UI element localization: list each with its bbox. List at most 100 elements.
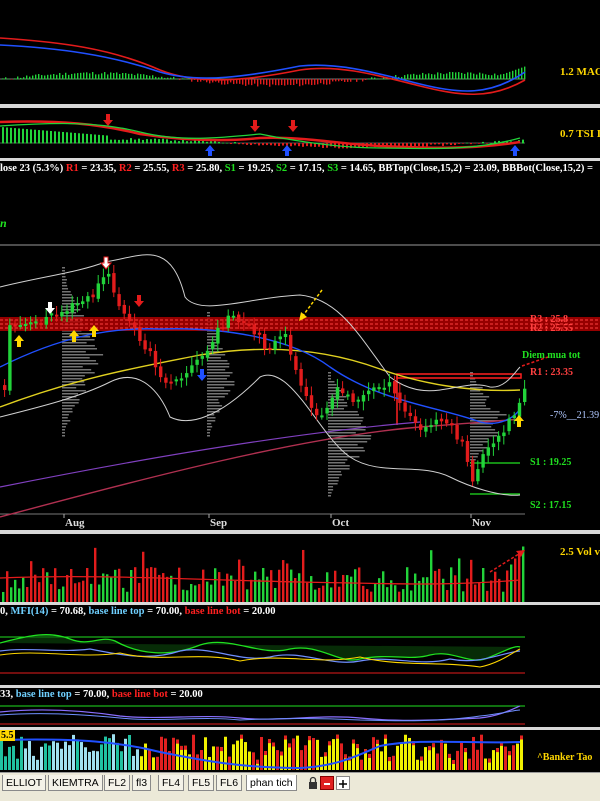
macd-bar [497,75,499,80]
profile-bar [470,417,498,419]
volume-pane[interactable]: 2.5 Vol v [0,534,600,604]
banker-bar [100,744,103,770]
s2-label: S2 : 17.15 [530,500,571,511]
banker-bar [504,746,507,770]
tab-fl4[interactable]: FL4 [158,775,185,791]
tab-kiemtra[interactable]: KIEMTRA [48,775,103,791]
volume-bar [206,581,209,602]
candle-body [341,388,345,394]
tsi-bar [250,143,252,146]
tsi-bar [134,139,136,144]
tab-fl2[interactable]: FL2 [104,775,131,791]
macd-bar [281,79,283,86]
tab-fl5[interactable]: FL5 [188,775,215,791]
macd-bar [32,75,34,80]
profile-bar [328,495,331,497]
volume-bar [414,573,417,602]
candle-body [190,365,194,373]
volume-bar [478,582,481,602]
banker-bar [260,736,263,770]
macd-bar [425,74,427,80]
candle-body [460,439,464,442]
info-seg: = 19.25, [235,163,276,174]
banker-bar [392,755,395,770]
mfi-pane[interactable]: 0, MFI(14) = 70.68, base line top = 70.0… [0,605,600,685]
volume-bar [354,569,357,602]
macd-bar [320,79,322,84]
volume-bar [470,559,473,602]
volume-bar [358,567,361,602]
banker-bar [132,755,135,770]
price-pane[interactable]: n R3: 25.8 R2: 25.55 R1: 23.35 Diem m… [0,177,600,530]
macd-bar [80,72,82,80]
banker-cap [488,758,491,763]
tab-fl6[interactable]: FL6 [216,775,243,791]
bb-bottom-line [0,374,521,496]
macd-bar [104,72,106,80]
macd-bar [452,72,454,80]
tsi-label: 0.7 TSI I [560,128,600,140]
macd-bar [20,77,22,80]
tsi-bar [298,143,300,147]
tsi-bar [50,131,52,144]
rsi-pane[interactable]: 33, base line top = 70.00, base line bot… [0,688,600,728]
macd-bar [434,74,436,80]
volume-bar [146,568,149,602]
tsi-bar [442,143,444,146]
profile-bar [470,450,483,452]
profile-bar [207,387,225,389]
tsi-pane[interactable]: 0.7 TSI I [0,108,600,160]
macd-bar [83,72,85,80]
volume-bar [266,576,269,602]
tab-phan-tich[interactable]: phan tich [246,775,297,791]
profile-bar [62,378,83,380]
tsi-bar [46,130,48,144]
candle-body [361,395,366,402]
banker-pane[interactable]: 5.5 ^Banker Tao [0,730,600,772]
volume-bar [246,589,249,602]
macd-bar [89,73,91,80]
macd-bar [56,74,58,80]
tab-elliot[interactable]: ELLIOT [2,775,47,791]
macd-bar [329,79,331,85]
banker-bar [4,756,7,770]
mfi-chart [0,634,525,674]
tsi-bar [430,143,432,145]
candle-body [419,424,423,430]
profile-bar [470,441,488,443]
lock-icon[interactable] [308,776,318,790]
profile-bar [62,279,67,281]
candle-body [445,419,449,424]
candle-body [138,327,142,341]
info-seg: = 25.80, [184,163,225,174]
banker-bar [192,734,195,770]
volume-bar [466,578,469,602]
tsi-bar [426,143,428,147]
macd-bar [71,73,73,80]
candle-body [200,355,204,359]
banker-bar [372,737,375,770]
remove-sheet-icon[interactable] [320,776,334,790]
profile-bar [62,345,95,347]
candle-body [237,314,241,323]
add-sheet-icon[interactable] [336,776,350,790]
tab-fl3[interactable]: fl3 [132,775,152,791]
tsi-bar [214,140,216,144]
macd-bar [92,71,94,80]
macd-bar [293,79,295,86]
tsi-bar [86,133,88,144]
macd-pane[interactable]: 1.2 MAC [0,0,600,104]
volume-bar [402,589,405,602]
macd-bar [173,76,175,80]
banker-bar [380,751,383,770]
profile-bar [328,426,366,428]
tsi-bar [486,143,488,144]
volume-bar [262,567,265,602]
candle-body [502,432,506,437]
pane-separator[interactable] [0,158,600,161]
banker-bar [40,746,43,770]
macd-bar [404,75,406,80]
macd-bar [116,72,118,80]
volume-bar [154,567,157,602]
profile-bar [62,429,65,431]
